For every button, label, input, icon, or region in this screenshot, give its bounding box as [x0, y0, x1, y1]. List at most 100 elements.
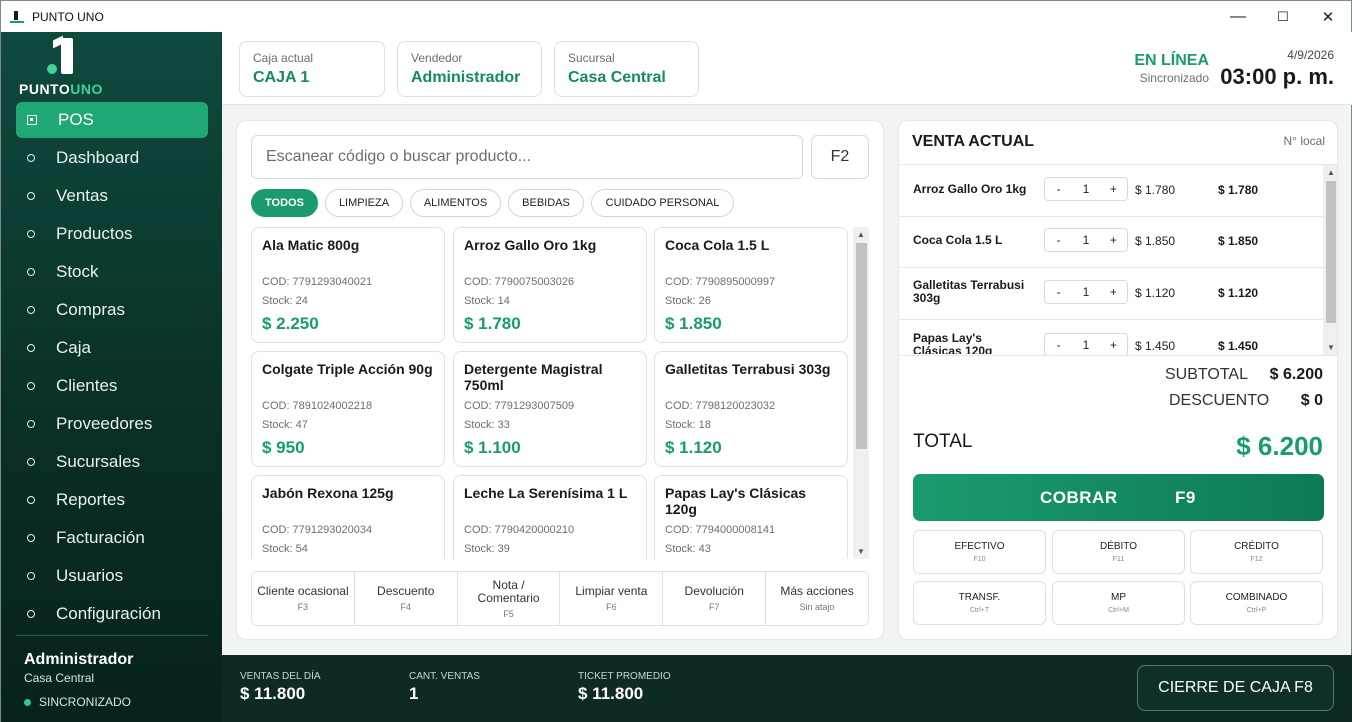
pay-combinado-button[interactable]: COMBINADO Ctrl+P — [1190, 581, 1323, 625]
sidebar-item-clientes[interactable]: Clientes — [16, 368, 208, 404]
sale-line: Arroz Gallo Oro 1kg -1 + $ 1.780 $ 1.780 — [899, 165, 1323, 217]
product-card[interactable]: Leche La Serenísima 1 L COD: 77904200002… — [453, 475, 647, 559]
caja-card: Caja actual CAJA 1 — [239, 41, 385, 97]
sidebar-item-usuarios[interactable]: Usuarios — [16, 558, 208, 594]
limpiar-venta-button[interactable]: Limpiar venta F6 — [560, 572, 664, 625]
product-card[interactable]: Coca Cola 1.5 L COD: 7790895000997 Stock… — [654, 227, 848, 343]
bullet-icon — [27, 534, 35, 542]
descuento-button[interactable]: Descuento F4 — [355, 572, 458, 625]
discount-value: $ 0 — [1300, 392, 1323, 409]
product-name: Detergente Magistral 750ml — [464, 361, 603, 393]
sidebar-item-label: POS — [58, 110, 94, 129]
sidebar-item-label: Usuarios — [56, 566, 124, 585]
product-name: Papas Lay's Clásicas 120g — [665, 485, 807, 517]
app-icon — [10, 10, 24, 24]
total-value: $ 6.200 — [1236, 431, 1323, 461]
footer-bar: VENTAS DEL DÍA $ 11.800 CANT. VENTAS 1 T… — [222, 655, 1352, 722]
subtotal-label: SUBTOTAL — [1165, 366, 1248, 383]
sale-panel: VENTA ACTUAL N° local Arroz Gallo Oro 1k… — [898, 120, 1338, 640]
close-button[interactable]: ✕ — [1305, 1, 1351, 32]
scrollbar-thumb[interactable] — [856, 243, 867, 449]
product-card[interactable]: Colgate Triple Acción 90g COD: 789102400… — [251, 351, 445, 467]
scroll-up-icon[interactable]: ▲ — [857, 230, 865, 239]
quantity-value[interactable]: 1 — [1072, 285, 1099, 299]
sale-scrollbar[interactable]: ▲ ▼ — [1323, 165, 1337, 355]
bullet-icon — [27, 154, 35, 162]
product-card[interactable]: Arroz Gallo Oro 1kg COD: 7790075003026 S… — [453, 227, 647, 343]
category-alimentos[interactable]: ALIMENTOS — [410, 189, 501, 217]
category-todos[interactable]: TODOS — [251, 189, 318, 217]
increment-button[interactable]: + — [1100, 182, 1127, 196]
cierre-caja-button[interactable]: CIERRE DE CAJA F8 — [1137, 665, 1334, 711]
sidebar-item-facturacion[interactable]: Facturación — [16, 520, 208, 556]
sale-lines: Arroz Gallo Oro 1kg -1 + $ 1.780 $ 1.780 … — [899, 165, 1323, 355]
sidebar-item-stock[interactable]: Stock — [16, 254, 208, 290]
sidebar-item-compras[interactable]: Compras — [16, 292, 208, 328]
product-stock: Stock: 24 — [262, 295, 308, 307]
quantity-stepper[interactable]: -1 + — [1044, 280, 1128, 304]
quantity-value[interactable]: 1 — [1072, 233, 1099, 247]
increment-button[interactable]: + — [1100, 233, 1127, 247]
sidebar-item-sucursales[interactable]: Sucursales — [16, 444, 208, 480]
sidebar-item-caja[interactable]: Caja — [16, 330, 208, 366]
sidebar-item-pos[interactable]: POS — [16, 102, 208, 138]
product-stock: Stock: 26 — [665, 295, 711, 307]
product-card[interactable]: Jabón Rexona 125g COD: 7791293020034 Sto… — [251, 475, 445, 559]
search-input[interactable] — [251, 135, 803, 179]
scroll-down-icon[interactable]: ▼ — [857, 547, 865, 556]
category-cuidado-personal[interactable]: CUIDADO PERSONAL — [591, 189, 734, 217]
product-stock: Stock: 14 — [464, 295, 510, 307]
bullet-icon — [27, 610, 35, 618]
pay-efectivo-button[interactable]: EFECTIVO F10 — [913, 530, 1046, 574]
stat-ticket-promedio: TICKET PROMEDIO $ 11.800 — [578, 671, 671, 703]
maximize-button[interactable]: ☐ — [1260, 1, 1306, 32]
product-card[interactable]: Ala Matic 800g COD: 7791293040021 Stock:… — [251, 227, 445, 343]
product-card[interactable]: Galletitas Terrabusi 303g COD: 779812002… — [654, 351, 848, 467]
decrement-button[interactable]: - — [1045, 338, 1072, 352]
search-shortcut-button[interactable]: F2 — [811, 135, 869, 179]
scroll-down-icon[interactable]: ▼ — [1327, 343, 1335, 352]
sidebar-item-reportes[interactable]: Reportes — [16, 482, 208, 518]
pay-credito-button[interactable]: CRÉDITO F12 — [1190, 530, 1323, 574]
quantity-value[interactable]: 1 — [1072, 182, 1099, 196]
pay-debito-button[interactable]: DÉBITO F11 — [1052, 530, 1185, 574]
sidebar-item-ventas[interactable]: Ventas — [16, 178, 208, 214]
decrement-button[interactable]: - — [1045, 182, 1072, 196]
sidebar-item-proveedores[interactable]: Proveedores — [16, 406, 208, 442]
product-card[interactable]: Papas Lay's Clásicas 120g COD: 779400000… — [654, 475, 848, 559]
devolucion-button[interactable]: Devolución F7 — [663, 572, 767, 625]
product-code: COD: 7790075003026 — [464, 276, 575, 288]
product-stock: Stock: 39 — [464, 543, 510, 555]
sidebar-item-label: Reportes — [56, 490, 125, 509]
nota-comentario-button[interactable]: Nota / Comentario F5 — [458, 572, 561, 625]
sidebar-item-label: Compras — [56, 300, 125, 319]
category-bebidas[interactable]: BEBIDAS — [508, 189, 584, 217]
quantity-stepper[interactable]: -1 + — [1044, 177, 1128, 201]
mas-acciones-button[interactable]: Más acciones Sin atajo — [766, 572, 868, 625]
pay-mp-button[interactable]: MP Ctrl+M — [1052, 581, 1185, 625]
quantity-stepper[interactable]: -1 + — [1044, 333, 1128, 355]
cobrar-button[interactable]: COBRAR F9 — [913, 474, 1324, 521]
product-card[interactable]: Detergente Magistral 750ml COD: 77912930… — [453, 351, 647, 467]
quantity-stepper[interactable]: -1 + — [1044, 228, 1128, 252]
decrement-button[interactable]: - — [1045, 285, 1072, 299]
category-limpieza[interactable]: LIMPIEZA — [325, 189, 403, 217]
sidebar-item-configuracion[interactable]: Configuración — [16, 596, 208, 632]
scroll-up-icon[interactable]: ▲ — [1327, 168, 1335, 177]
increment-button[interactable]: + — [1100, 338, 1127, 352]
sidebar: PUNTOUNO POS Dashboard Ventas Productos … — [1, 32, 222, 722]
product-scrollbar[interactable]: ▲ ▼ — [853, 227, 869, 559]
cliente-ocasional-button[interactable]: Cliente ocasional F3 — [252, 572, 355, 625]
product-name: Arroz Gallo Oro 1kg — [464, 237, 597, 253]
sidebar-item-productos[interactable]: Productos — [16, 216, 208, 252]
product-code: COD: 7790895000997 — [665, 276, 776, 288]
decrement-button[interactable]: - — [1045, 233, 1072, 247]
sucursal-card: Sucursal Casa Central — [554, 41, 699, 97]
increment-button[interactable]: + — [1100, 285, 1127, 299]
quantity-value[interactable]: 1 — [1072, 338, 1099, 352]
scrollbar-thumb[interactable] — [1326, 181, 1336, 323]
minimize-button[interactable]: — — [1215, 1, 1261, 32]
sidebar-item-dashboard[interactable]: Dashboard — [16, 140, 208, 176]
pay-transferencia-button[interactable]: TRANSF. Ctrl+T — [913, 581, 1046, 625]
caja-label: Caja actual — [253, 51, 314, 65]
